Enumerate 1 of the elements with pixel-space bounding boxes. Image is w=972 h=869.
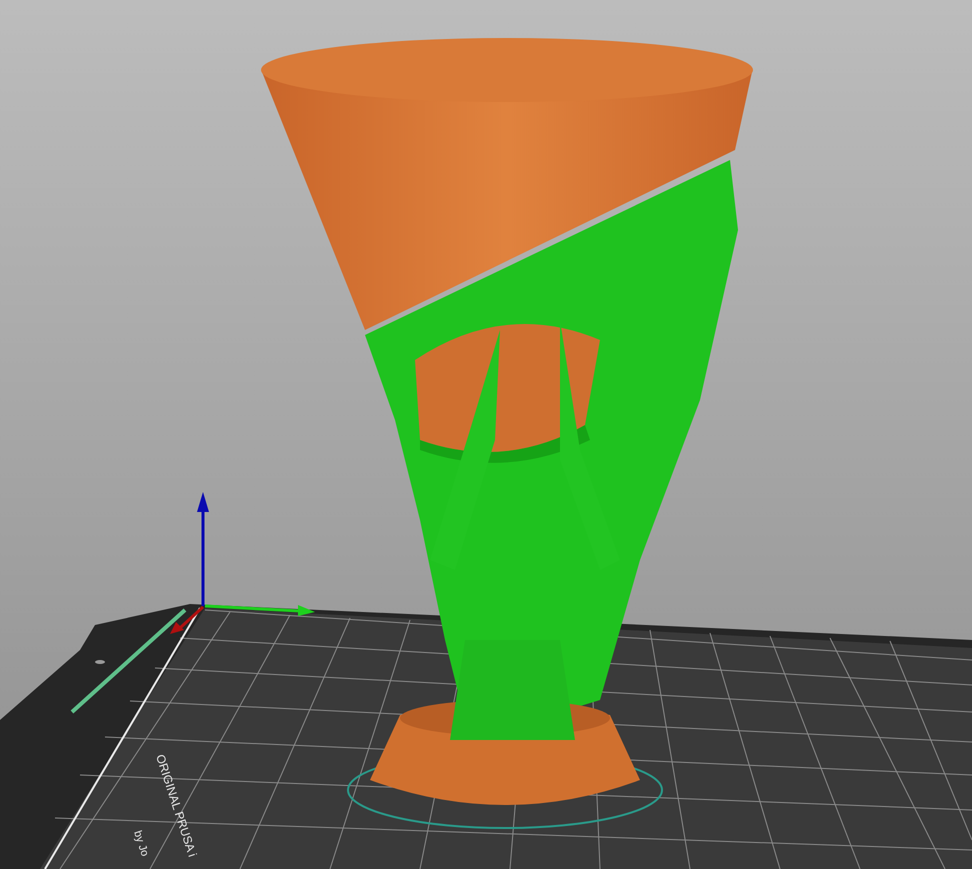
bed-label-text: by Jo: [131, 829, 151, 858]
